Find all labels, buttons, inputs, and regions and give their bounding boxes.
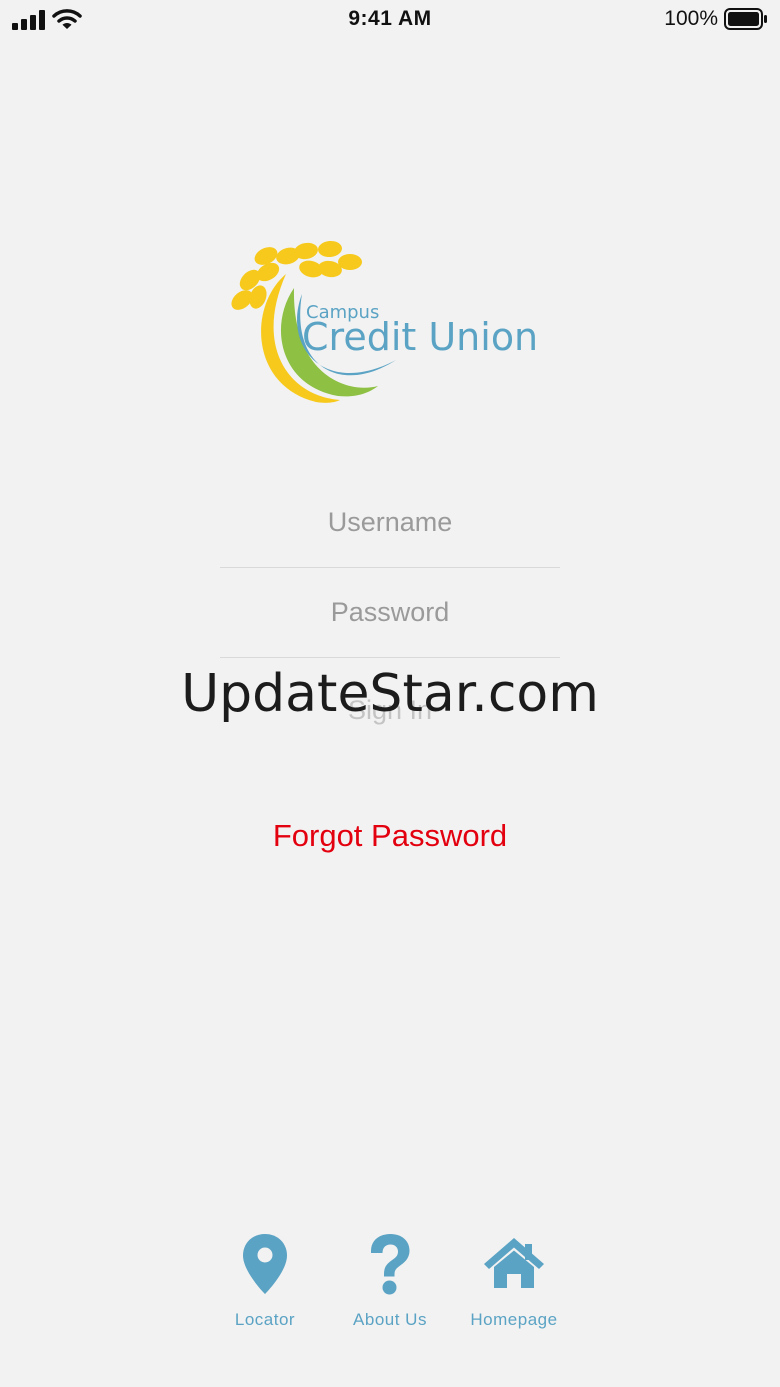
campus-credit-union-logo: Campus Credit Union: [231, 240, 538, 403]
nav-about-us[interactable]: About Us: [330, 1232, 450, 1330]
map-pin-icon: [243, 1234, 287, 1294]
battery-icon: [724, 8, 767, 30]
logo-credit-union-text: Credit Union: [302, 315, 538, 359]
nav-locator[interactable]: Locator: [205, 1232, 325, 1330]
password-input[interactable]: [220, 568, 560, 657]
house-icon: [484, 1238, 544, 1288]
username-input[interactable]: [220, 478, 560, 567]
nav-homepage-label: Homepage: [470, 1310, 558, 1329]
question-mark-icon: [371, 1234, 410, 1295]
status-bar: 9:41 AM 100%: [0, 0, 780, 40]
sign-in-button[interactable]: Sign In: [220, 672, 560, 748]
nav-locator-label: Locator: [234, 1310, 296, 1329]
forgot-password-link[interactable]: Forgot Password: [0, 818, 780, 854]
password-field-container: [220, 568, 560, 658]
username-field-container: [220, 478, 560, 568]
battery-percentage: 100%: [664, 7, 718, 30]
nav-about-us-label: About Us: [353, 1310, 427, 1329]
status-time: 9:41 AM: [348, 7, 432, 30]
nav-homepage[interactable]: Homepage: [454, 1232, 574, 1330]
